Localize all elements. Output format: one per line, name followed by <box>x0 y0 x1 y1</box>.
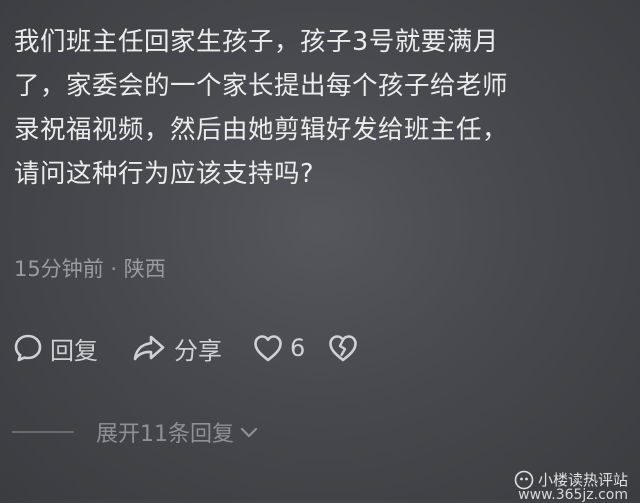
reply-button[interactable]: 回复 <box>12 331 98 366</box>
watermark: 小楼读热评站 www.365jz.com <box>514 469 628 503</box>
dislike-button[interactable] <box>327 333 359 363</box>
reply-label: 回复 <box>50 336 98 365</box>
share-label: 分享 <box>174 336 222 365</box>
comment-line: 录祝福视频，然后由她剪辑好发给班主任， <box>14 115 509 145</box>
watermark-url: www.365jz.com <box>518 487 628 503</box>
speech-bubble-icon <box>14 334 42 362</box>
comment-meta: 15分钟前 · 陕西 <box>14 257 166 281</box>
chevron-down-icon <box>240 427 258 438</box>
share-arrow-icon <box>133 335 165 361</box>
replies-expander: 展开11条回复 <box>12 416 260 448</box>
share-button[interactable]: 分享 <box>132 331 222 366</box>
comment-text: 我们班主任回家生孩子，孩子3号就要满月 了，家委会的一个家长提出每个孩子给老师 … <box>14 20 626 196</box>
expand-replies-button[interactable]: 展开11条回复 <box>96 416 260 448</box>
expand-replies-label: 展开11条回复 <box>96 422 234 447</box>
comment-actions: 回复 分享 6 <box>12 330 359 366</box>
heart-icon <box>254 335 282 362</box>
broken-heart-icon <box>329 335 358 362</box>
comment-line: 我们班主任回家生孩子，孩子3号就要满月 <box>14 27 499 57</box>
like-count: 6 <box>290 334 306 362</box>
comment-line: 请问这种行为应该支持吗? <box>14 159 315 189</box>
comment-line: 了，家委会的一个家长提出每个孩子给老师 <box>14 71 509 101</box>
like-button[interactable]: 6 <box>252 333 305 363</box>
divider <box>12 431 74 433</box>
